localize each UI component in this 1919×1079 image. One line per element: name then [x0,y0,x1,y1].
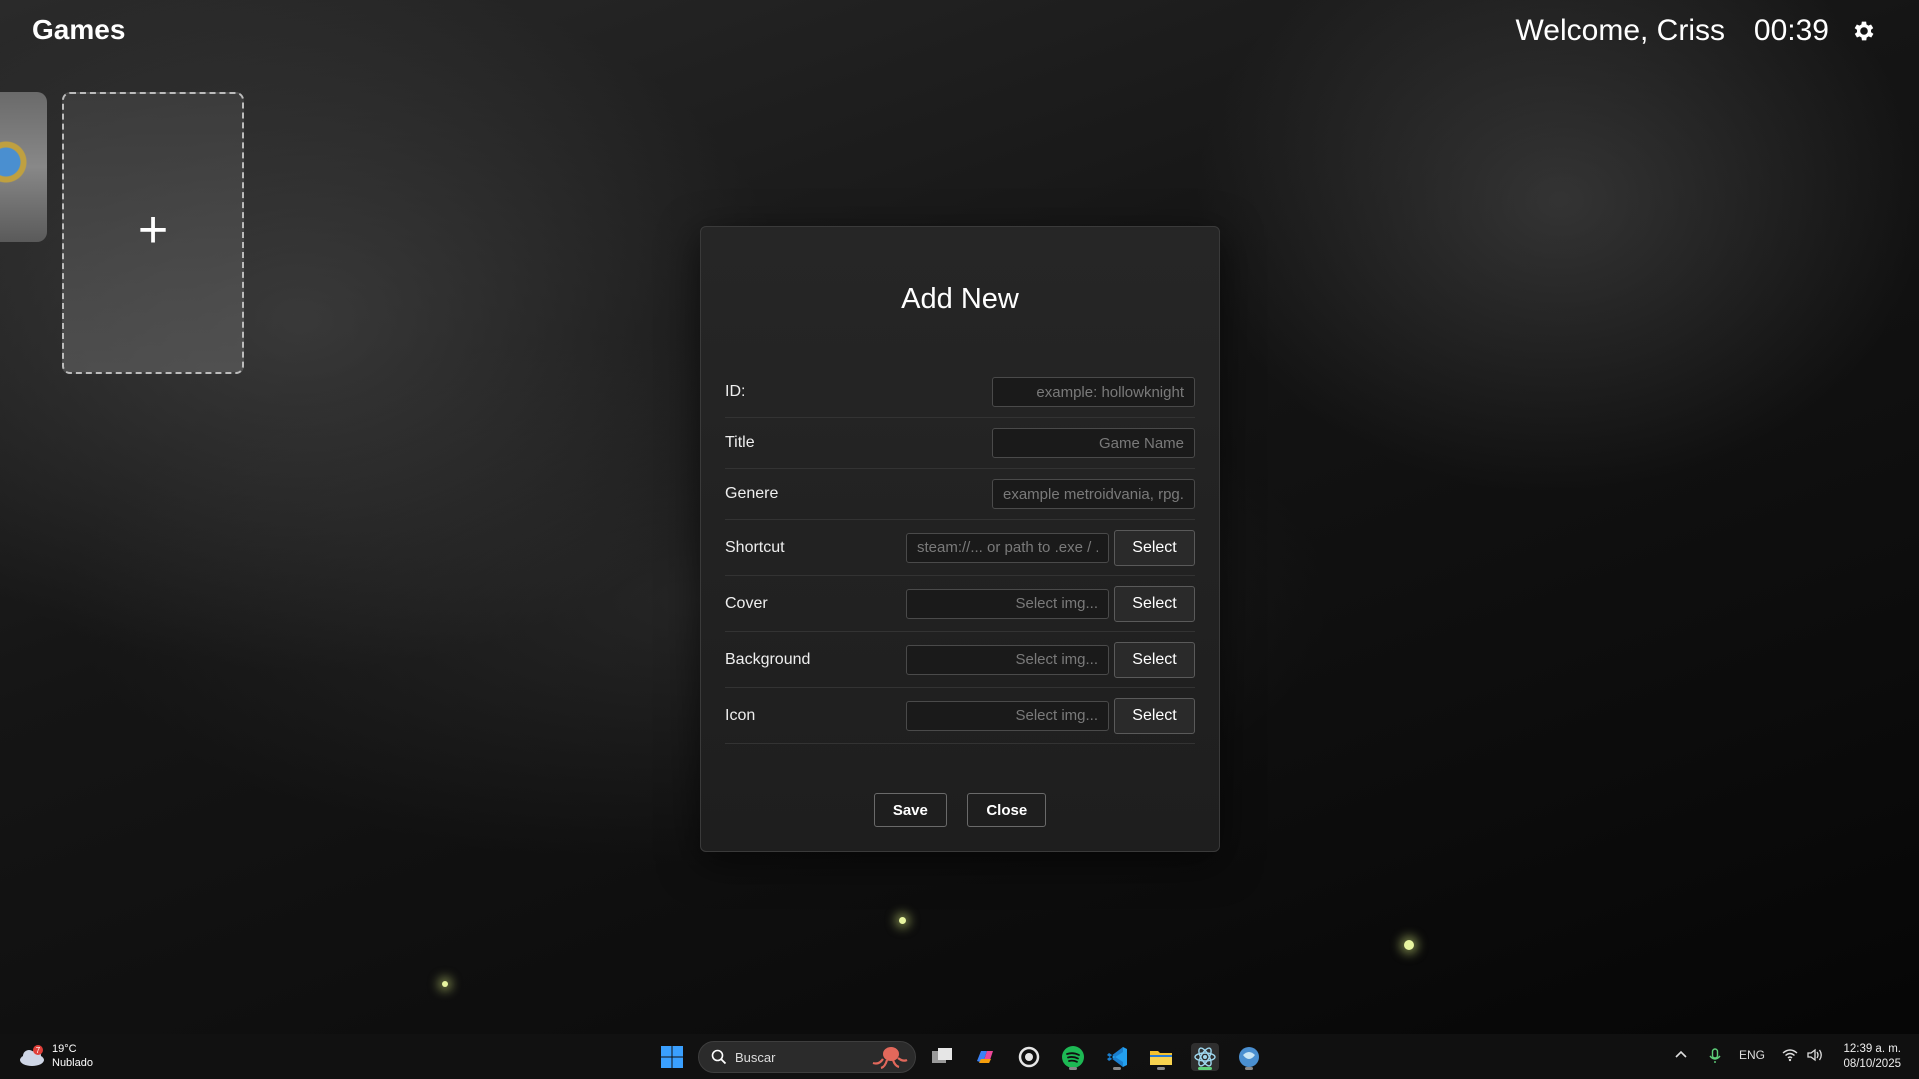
running-indicator [1113,1067,1121,1070]
microphone-icon[interactable] [1708,1048,1722,1067]
icon-label: Icon [725,706,756,724]
icon-input[interactable] [906,700,1109,731]
form-row-title: Title [725,418,1195,469]
form-row-background: Background Select [725,632,1195,688]
shortcut-label: Shortcut [725,538,785,556]
active-indicator [1198,1067,1212,1070]
spotify-icon[interactable] [1059,1043,1087,1071]
add-game-card[interactable]: + [62,92,244,374]
file-explorer-icon[interactable] [1147,1043,1175,1071]
save-button[interactable]: Save [873,793,947,827]
cloud-icon: 7 [18,1045,46,1067]
title-label: Title [725,434,755,451]
id-input[interactable] [992,377,1195,407]
plus-icon: + [137,201,169,259]
taskbar-search[interactable]: Buscar [698,1041,916,1073]
form-row-shortcut: Shortcut Select [725,520,1195,576]
cover-input[interactable] [906,588,1109,619]
weather-widget[interactable]: 7 19°C Nublado [18,1042,93,1070]
form-row-genre: Genere [725,469,1195,520]
id-label: ID: [725,383,746,400]
task-view-icon[interactable] [928,1043,956,1071]
cover-select-button[interactable]: Select [1114,585,1195,622]
dialog-title: Add New [901,283,1019,315]
background-input[interactable] [906,644,1109,675]
icon-select-button[interactable]: Select [1114,697,1195,734]
shortcut-input[interactable] [906,532,1109,563]
electron-app-icon[interactable] [1191,1043,1219,1071]
chevron-up-icon [1675,1050,1687,1058]
form-row-icon: Icon Select [725,688,1195,744]
background-select-button[interactable]: Select [1114,641,1195,678]
search-icon [711,1049,727,1065]
game-card[interactable] [0,92,47,242]
genre-label: Genere [725,485,779,502]
show-hidden-icons[interactable] [1674,1048,1688,1065]
volume-icon[interactable] [1806,1048,1824,1065]
running-indicator [1245,1067,1253,1070]
octopus-doodle-icon [872,1047,908,1069]
welcome-message: Welcome, Criss [1515,14,1725,47]
top-bar: Games Welcome, Criss 00:39 [0,0,1919,64]
weather-badge: 7 [36,1046,41,1055]
shortcut-select-button[interactable]: Select [1114,529,1195,566]
system-date: 08/10/2025 [1843,1058,1901,1070]
weather-condition: Nublado [52,1057,93,1069]
search-placeholder: Buscar [735,1049,776,1065]
dialog-actions: Save Close [701,793,1219,827]
clock: 00:39 [1753,14,1829,47]
add-new-dialog: Add New ID: Title Genere Shortcut Select… [700,226,1220,852]
steam-like-circle-icon[interactable] [1015,1043,1043,1071]
windows-start-icon[interactable] [660,1045,684,1069]
running-indicator [1157,1067,1165,1070]
background-label: Background [725,650,811,668]
form-row-id: ID: [725,367,1195,418]
running-indicator [1069,1067,1077,1070]
add-game-form: ID: Title Genere Shortcut Select Cover S… [725,367,1195,744]
copilot-icon[interactable] [971,1043,999,1071]
title-input[interactable] [992,428,1195,458]
system-time: 12:39 a. m. [1843,1043,1901,1055]
cover-label: Cover [725,594,768,612]
weather-temp: 19°C [52,1043,77,1055]
firefly-particle [1404,940,1414,950]
firefly-particle [442,981,448,987]
system-clock[interactable]: 12:39 a. m. 08/10/2025 [1843,1042,1901,1072]
close-button[interactable]: Close [967,793,1047,827]
wifi-icon[interactable] [1782,1048,1798,1065]
language-indicator[interactable]: ENG [1739,1048,1765,1062]
firefly-particle [899,917,906,924]
vscode-icon[interactable] [1103,1043,1131,1071]
taskbar: 7 19°C Nublado Buscar ENG 12:39 a. m. 08… [0,1034,1919,1079]
gear-icon[interactable] [1851,18,1877,44]
page-title: Games [32,14,126,45]
form-row-cover: Cover Select [725,576,1195,632]
game-launcher-icon[interactable] [1235,1043,1263,1071]
genre-input[interactable] [992,479,1195,509]
